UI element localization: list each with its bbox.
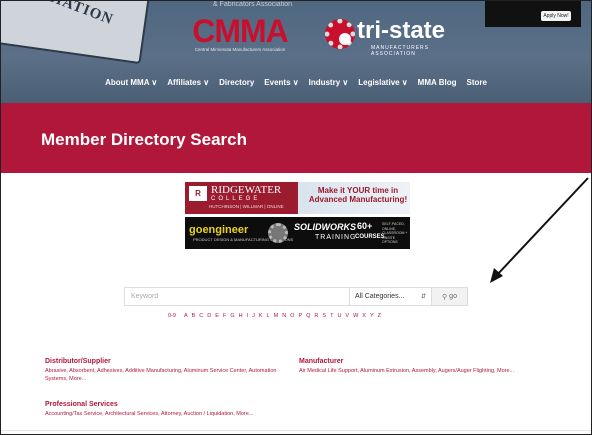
directory-search-bar: All Categories... ⇵ ⚲ go: [124, 287, 468, 306]
category-select[interactable]: All Categories... ⇵: [350, 287, 432, 306]
letter-filter[interactable]: F: [223, 313, 226, 319]
letter-filter[interactable]: W: [353, 313, 358, 319]
letter-filter[interactable]: B: [192, 313, 196, 319]
main-nav: About MMA ∨ Affiliates ∨ Directory Event…: [1, 78, 591, 94]
nav-mma-blog[interactable]: MMA Blog: [418, 78, 457, 94]
letter-filter[interactable]: G: [230, 313, 234, 319]
gear-icon: [325, 19, 355, 49]
top-tagline: & Fabricators Association: [213, 1, 292, 8]
letter-filter[interactable]: U: [337, 313, 341, 319]
ridgewater-tagline: Make it YOUR time in Advanced Manufactur…: [308, 186, 408, 204]
category-links[interactable]: Air Medical Life Support, Aluminum Extru…: [299, 367, 544, 375]
nav-affiliates[interactable]: Affiliates ∨: [167, 78, 209, 94]
letter-filter[interactable]: I: [247, 313, 249, 319]
select-arrows-icon: ⇵: [420, 294, 426, 300]
apply-ad: Apply Now!: [485, 1, 581, 27]
letter-filter[interactable]: Y: [370, 313, 374, 319]
category-select-value: All Categories...: [355, 293, 405, 300]
go-label: go: [449, 293, 457, 300]
goengineer-ad[interactable]: goengineer PRODUCT DESIGN & MANUFACTURIN…: [185, 217, 410, 249]
letter-filter[interactable]: T: [330, 313, 333, 319]
letter-filter[interactable]: 0-9: [168, 313, 176, 319]
page-title: Member Directory Search: [41, 130, 247, 149]
letter-filter[interactable]: K: [259, 313, 263, 319]
association-badge-text: ASSOCIATION: [2, 1, 115, 29]
alphabet-filter: 0-9 A B C D E F G H I J K L M N O P Q R …: [168, 313, 381, 319]
category-title[interactable]: Distributor/Supplier: [45, 358, 285, 365]
apply-now-button[interactable]: Apply Now!: [541, 11, 571, 21]
tristate-logo-subtitle: MANUFACTURERS ASSOCIATION: [371, 45, 430, 57]
category-title[interactable]: Professional Services: [45, 401, 305, 408]
category-professional-services: Professional Services Accounting/Tax Ser…: [45, 401, 305, 418]
search-go-button[interactable]: ⚲ go: [432, 287, 468, 306]
letter-filter[interactable]: J: [252, 313, 255, 319]
letter-filter[interactable]: D: [207, 313, 211, 319]
category-links[interactable]: Accounting/Tax Service, Architectural Se…: [45, 410, 305, 418]
letter-filter[interactable]: Q: [306, 313, 310, 319]
letter-filter[interactable]: V: [345, 313, 349, 319]
letter-filter[interactable]: X: [362, 313, 366, 319]
letter-filter[interactable]: L: [267, 313, 270, 319]
letter-filter[interactable]: C: [199, 313, 203, 319]
tristate-logo[interactable]: tri-state MANUFACTURERS ASSOCIATION: [323, 17, 459, 57]
courses-text: COURSES: [355, 234, 385, 240]
keyword-search-input[interactable]: [124, 287, 350, 306]
association-badge[interactable]: ASSOCIATION: [1, 1, 151, 65]
site-header: ASSOCIATION & Fabricators Association CM…: [1, 1, 591, 103]
nav-industry[interactable]: Industry ∨: [309, 78, 349, 94]
divider: [1, 430, 591, 431]
course-count: 60+: [357, 221, 373, 231]
letter-filter[interactable]: M: [274, 313, 279, 319]
search-icon: ⚲: [442, 293, 448, 301]
nav-directory[interactable]: Directory: [219, 78, 254, 94]
ridgewater-tagline-panel: Make it YOUR time in Advanced Manufactur…: [298, 182, 410, 214]
ridgewater-name: RIDGEWATER: [211, 184, 282, 196]
category-manufacturer: Manufacturer Air Medical Life Support, A…: [299, 358, 544, 375]
ridgewater-brand: R RIDGEWATER COLLEGE HUTCHINSON | WILLMA…: [185, 182, 298, 214]
letter-filter[interactable]: N: [282, 313, 286, 319]
gear-icon: [268, 223, 288, 243]
letter-filter[interactable]: S: [322, 313, 326, 319]
training-text: TRAINING: [315, 234, 357, 241]
letter-filter[interactable]: P: [298, 313, 302, 319]
solidworks-text: SOLIDWORKS: [294, 222, 356, 232]
nav-about-mma[interactable]: About MMA ∨: [105, 78, 157, 94]
letter-filter[interactable]: R: [314, 313, 318, 319]
ridgewater-logo-mark: R: [189, 186, 207, 201]
ridgewater-ad[interactable]: R RIDGEWATER COLLEGE HUTCHINSON | WILLMA…: [185, 182, 410, 214]
category-links[interactable]: Abrasive, Absorbent, Adhesives, Additive…: [45, 367, 285, 383]
letter-filter[interactable]: O: [290, 313, 294, 319]
ridgewater-college: COLLEGE: [211, 196, 261, 202]
cmma-logo[interactable]: CMMA Central Minnesota Manufacturers Ass…: [184, 15, 296, 53]
letter-filter[interactable]: A: [184, 313, 188, 319]
goengineer-brand: goengineer: [189, 224, 249, 236]
ridgewater-locations: HUTCHINSON | WILLMAR | ONLINE: [209, 204, 284, 209]
tristate-logo-text: tri-state: [357, 17, 446, 44]
nav-legislative[interactable]: Legislative ∨: [358, 78, 407, 94]
category-distributor: Distributor/Supplier Abrasive, Absorbent…: [45, 358, 285, 383]
nav-store[interactable]: Store: [466, 78, 486, 94]
cmma-logo-subtitle: Central Minnesota Manufacturers Associat…: [194, 47, 286, 52]
nav-events[interactable]: Events ∨: [264, 78, 298, 94]
letter-filter[interactable]: Z: [378, 313, 381, 319]
category-title[interactable]: Manufacturer: [299, 358, 544, 365]
cmma-logo-text: CMMA: [192, 13, 289, 49]
course-options-note: SELF-PACED, ONLINE, CLASSROOM + ONSITE O…: [382, 222, 408, 244]
page-banner: Member Directory Search: [1, 103, 591, 173]
letter-filter[interactable]: E: [215, 313, 219, 319]
letter-filter[interactable]: H: [239, 313, 243, 319]
